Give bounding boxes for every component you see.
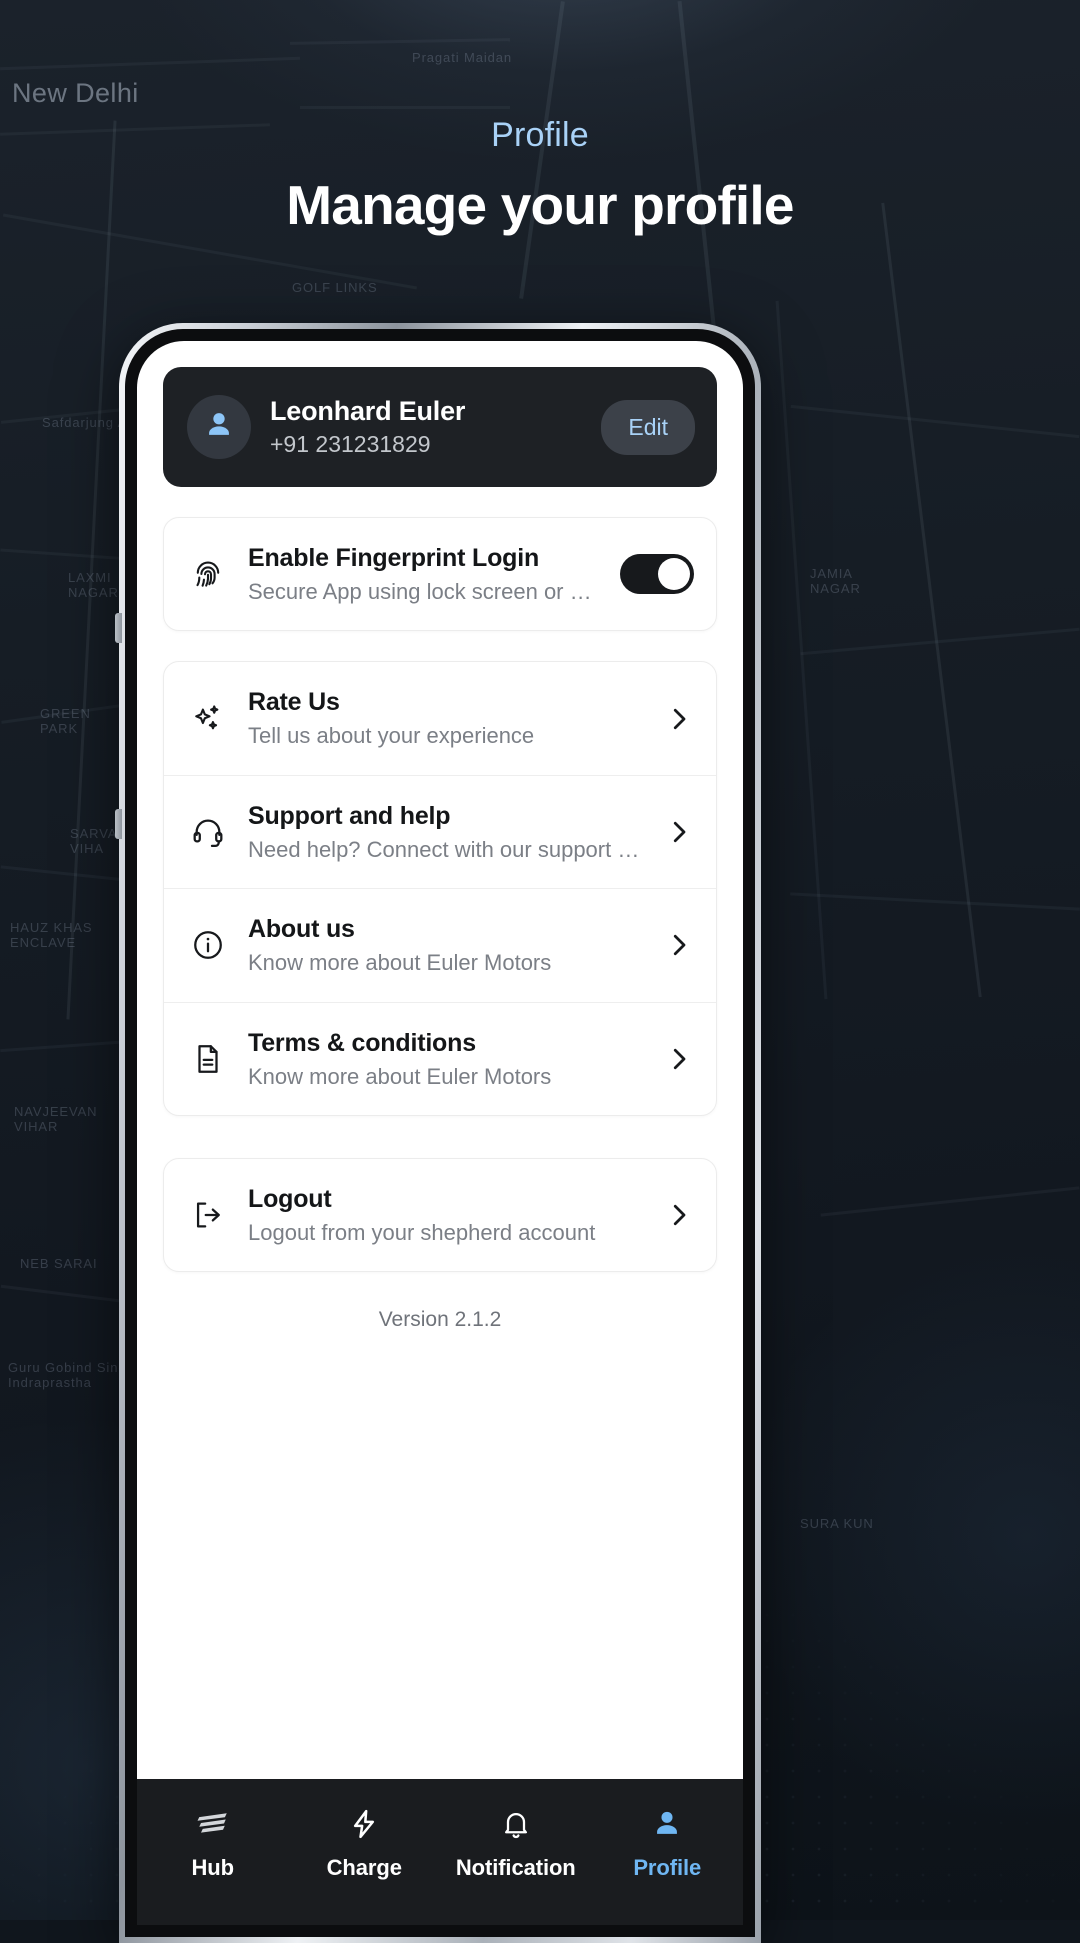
menu-item-text: Support and help Need help? Connect with… [248,801,644,863]
fingerprint-row[interactable]: Enable Fingerprint Login Secure App usin… [164,518,716,630]
profile-name: Leonhard Euler [270,396,466,427]
menu-item-subtitle: Know more about Euler Motors [248,950,552,976]
map-label: JAMIA NAGAR [810,566,861,596]
chevron-right-icon [664,704,694,734]
chevron-right-icon [664,1200,694,1230]
person-icon [202,408,236,447]
map-label: NAVJEEVAN VIHAR [14,1104,98,1134]
profile-card: Leonhard Euler +91 231231829 Edit [163,367,717,487]
phone-side-button-volume-up [115,613,122,643]
nav-item-charge[interactable]: Charge [289,1805,441,1881]
menu-item-terms-and-conditions[interactable]: Terms & conditions Know more about Euler… [164,1001,716,1115]
menu-item-title: Rate Us [248,688,340,717]
sparkle-icon [188,702,228,736]
menu-item-title: Terms & conditions [248,1028,476,1057]
logout-subtitle: Logout from your shepherd account [248,1219,596,1245]
menu-item-subtitle: Know more about Euler Motors [248,1063,552,1089]
headset-icon [188,815,228,849]
map-label: NEB SARAI [20,1256,98,1271]
menu-item-text: About us Know more about Euler Motors [248,914,644,976]
map-label: GOLF LINKS [292,280,378,295]
person-icon [650,1805,684,1843]
menu-item-support-and-help[interactable]: Support and help Need help? Connect with… [164,774,716,888]
logout-icon [188,1198,228,1232]
page-title: Manage your profile [286,174,794,236]
avatar [187,395,251,459]
chevron-right-icon [664,1044,694,1074]
fingerprint-text: Enable Fingerprint Login Secure App usin… [248,543,600,605]
fingerprint-toggle[interactable] [620,554,694,595]
phone-mockup: Leonhard Euler +91 231231829 Edit Enable… [115,323,761,1943]
profile-phone: +91 231231829 [270,431,431,458]
edit-button[interactable]: Edit [601,399,695,455]
menu-item-text: Terms & conditions Know more about Euler… [248,1028,644,1090]
info-circle-icon [188,928,228,962]
map-label: Guru Gobind Singh Indraprastha [8,1360,135,1390]
nav-item-profile[interactable]: Profile [592,1805,744,1881]
logout-title: Logout [248,1184,332,1213]
nav-label: Notification [455,1855,576,1880]
menu-item-text: Rate Us Tell us about your experience [248,687,644,749]
chevron-right-icon [664,930,694,960]
phone-screen: Leonhard Euler +91 231231829 Edit Enable… [137,341,743,1925]
nav-item-notification[interactable]: Notification [440,1805,592,1881]
map-label: Safdarjung A [42,415,128,430]
menu-item-title: Support and help [248,801,451,830]
hub-icon [194,1805,232,1843]
menu-item-logout[interactable]: Logout Logout from your shepherd account [164,1159,716,1271]
profile-text: Leonhard Euler +91 231231829 [270,396,582,457]
chevron-right-icon [664,817,694,847]
screen-content: Leonhard Euler +91 231231829 Edit Enable… [137,341,743,1779]
menu-item-subtitle: Need help? Connect with our support t… [248,836,644,862]
nav-label: Profile [633,1855,702,1880]
nav-label: Charge [326,1855,402,1880]
document-icon [188,1042,228,1076]
map-label: GREEN PARK [40,706,91,736]
menu-item-about-us[interactable]: About us Know more about Euler Motors [164,888,716,1001]
bottom-navigation: Hub Charge Notification Profile [137,1779,743,1925]
logout-card: Logout Logout from your shepherd account [163,1157,717,1273]
menu-item-subtitle: Tell us about your experience [248,723,535,749]
logout-text: Logout Logout from your shepherd account [248,1184,644,1246]
fingerprint-card: Enable Fingerprint Login Secure App usin… [163,517,717,632]
version-label: Version 2.1.2 [378,1308,502,1332]
phone-bezel: Leonhard Euler +91 231231829 Edit Enable… [125,329,755,1937]
fingerprint-subtitle: Secure App using lock screen or PIN [248,579,600,604]
menu-item-rate-us[interactable]: Rate Us Tell us about your experience [164,662,716,774]
menu-card: Rate Us Tell us about your experience Su… [163,661,717,1116]
fingerprint-icon [188,556,228,592]
bell-icon [500,1805,532,1843]
page-header: Profile Manage your profile [0,0,1080,233]
nav-item-hub[interactable]: Hub [137,1805,289,1881]
map-label: LAXMI NAGAR [68,570,119,600]
page-eyebrow: Profile [491,116,589,154]
toggle-knob [658,558,690,591]
bolt-icon [348,1805,380,1843]
nav-label: Hub [191,1855,235,1880]
phone-side-button-volume-down [115,809,122,839]
map-label: HAUZ KHAS ENCLAVE [10,920,93,950]
map-label: SURA KUN [800,1516,874,1531]
menu-item-title: About us [248,915,355,944]
fingerprint-title: Enable Fingerprint Login [248,544,540,572]
